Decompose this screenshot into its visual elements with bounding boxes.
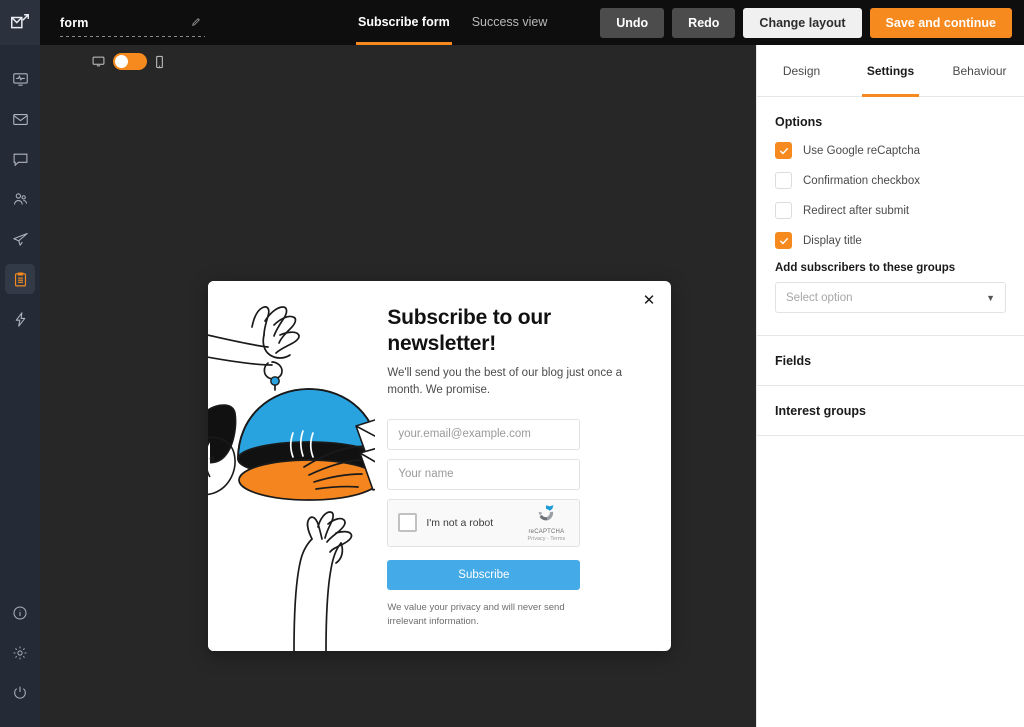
sidebar-item-automation[interactable] — [5, 304, 35, 334]
tab-success-view[interactable]: Success view — [470, 0, 550, 45]
tab-design[interactable]: Design — [757, 45, 846, 96]
form-subtitle: We'll send you the best of our blog just… — [387, 365, 643, 398]
users-icon — [12, 191, 29, 208]
recaptcha-terms[interactable]: Privacy - Terms — [523, 536, 569, 542]
dashboard-icon — [12, 71, 29, 88]
sidebar-item-settings[interactable] — [5, 638, 35, 668]
subscribe-form-preview: ✕ Subscribe to our newsletter! We'll sen… — [208, 281, 671, 651]
sidebar-items — [5, 59, 35, 339]
pencil-icon[interactable] — [191, 17, 201, 27]
gear-icon — [12, 645, 28, 661]
left-sidebar — [0, 0, 40, 727]
form-content: ✕ Subscribe to our newsletter! We'll sen… — [375, 281, 671, 651]
sidebar-item-logout[interactable] — [5, 678, 35, 708]
form-footer-note: We value your privacy and will never sen… — [387, 601, 582, 630]
chevron-down-icon: ▼ — [986, 293, 995, 303]
option-label: Display title — [803, 235, 862, 247]
check-icon — [779, 236, 789, 246]
subscribe-button[interactable]: Subscribe — [387, 560, 580, 590]
main-column: Subscribe form Success view Undo Redo Ch… — [40, 0, 1024, 727]
envelope-arrow-logo-icon — [9, 12, 31, 34]
sidebar-item-dashboard[interactable] — [5, 64, 35, 94]
undo-button[interactable]: Undo — [600, 8, 664, 38]
groups-select-value: Select option — [786, 292, 853, 304]
app-logo[interactable] — [0, 0, 40, 45]
sidebar-item-subscribers[interactable] — [5, 184, 35, 214]
panel-tabs: Design Settings Behaviour — [757, 45, 1024, 97]
option-confirmation-checkbox[interactable]: Confirmation checkbox — [775, 172, 1006, 189]
form-name-input[interactable] — [60, 16, 180, 30]
name-input[interactable] — [387, 459, 580, 490]
close-icon[interactable]: ✕ — [639, 290, 659, 310]
option-use-recaptcha[interactable]: Use Google reCaptcha — [775, 142, 1006, 159]
section-fields[interactable]: Fields — [757, 336, 1024, 386]
toggle-knob — [115, 55, 128, 68]
section-title: Interest groups — [775, 404, 866, 418]
recaptcha-checkbox[interactable] — [398, 513, 417, 532]
save-and-continue-button[interactable]: Save and continue — [870, 8, 1012, 38]
tab-behaviour[interactable]: Behaviour — [935, 45, 1024, 96]
power-icon — [12, 685, 28, 701]
mobile-icon[interactable] — [155, 55, 164, 69]
envelope-icon — [12, 111, 29, 128]
check-icon — [779, 146, 789, 156]
email-input[interactable] — [387, 419, 580, 450]
paper-plane-icon — [12, 231, 29, 248]
recaptcha-brand-name: reCAPTCHA — [523, 529, 569, 535]
top-actions: Undo Redo Change layout Save and continu… — [600, 8, 1012, 38]
checkbox-use-recaptcha[interactable] — [775, 142, 792, 159]
form-title: Subscribe to our newsletter! — [387, 305, 643, 356]
sidebar-item-forms[interactable] — [5, 264, 35, 294]
option-display-title[interactable]: Display title — [775, 232, 1006, 249]
sidebar-item-campaigns[interactable] — [5, 104, 35, 134]
sidebar-item-help[interactable] — [5, 598, 35, 628]
top-bar: Subscribe form Success view Undo Redo Ch… — [40, 0, 1024, 45]
groups-label: Add subscribers to these groups — [775, 262, 1006, 274]
option-label: Use Google reCaptcha — [803, 145, 920, 157]
view-tabs: Subscribe form Success view — [356, 0, 549, 45]
recaptcha-widget[interactable]: I'm not a robot reCAPTCHA — [387, 499, 580, 547]
form-canvas: ✕ Subscribe to our newsletter! We'll sen… — [40, 45, 756, 727]
settings-panel: Design Settings Behaviour Options Use Go… — [756, 45, 1024, 727]
desktop-icon[interactable] — [92, 55, 105, 68]
device-toggle-switch[interactable] — [113, 53, 147, 70]
sidebar-item-send[interactable] — [5, 224, 35, 254]
checkbox-redirect[interactable] — [775, 202, 792, 219]
info-icon — [12, 605, 28, 621]
recaptcha-label: I'm not a robot — [426, 517, 493, 529]
recaptcha-brand: reCAPTCHA Privacy - Terms — [523, 503, 569, 542]
section-title: Fields — [775, 354, 811, 368]
work-area: ✕ Subscribe to our newsletter! We'll sen… — [40, 45, 1024, 727]
hands-lifting-cloche-with-envelopes-icon — [208, 281, 375, 651]
sidebar-bottom-items — [5, 593, 35, 713]
options-section: Options Use Google reCaptcha Confirmatio… — [757, 97, 1024, 336]
change-layout-button[interactable]: Change layout — [743, 8, 861, 38]
device-preview-toggle — [92, 53, 164, 70]
groups-select[interactable]: Select option ▼ — [775, 282, 1006, 313]
clipboard-icon — [12, 271, 29, 288]
option-label: Redirect after submit — [803, 205, 909, 217]
recaptcha-icon — [536, 503, 556, 523]
section-interest-groups[interactable]: Interest groups — [757, 386, 1024, 436]
form-illustration — [208, 281, 375, 651]
checkbox-confirmation[interactable] — [775, 172, 792, 189]
sidebar-item-messages[interactable] — [5, 144, 35, 174]
option-label: Confirmation checkbox — [803, 175, 920, 187]
app-root: Subscribe form Success view Undo Redo Ch… — [0, 0, 1024, 727]
chat-bubble-icon — [12, 151, 29, 168]
form-name-underline — [60, 36, 205, 37]
tab-subscribe-form[interactable]: Subscribe form — [356, 0, 452, 45]
tab-settings[interactable]: Settings — [846, 45, 935, 96]
options-title: Options — [775, 115, 1006, 129]
form-name-field[interactable] — [60, 8, 205, 38]
redo-button[interactable]: Redo — [672, 8, 735, 38]
lightning-icon — [12, 311, 29, 328]
option-redirect-after-submit[interactable]: Redirect after submit — [775, 202, 1006, 219]
checkbox-display-title[interactable] — [775, 232, 792, 249]
